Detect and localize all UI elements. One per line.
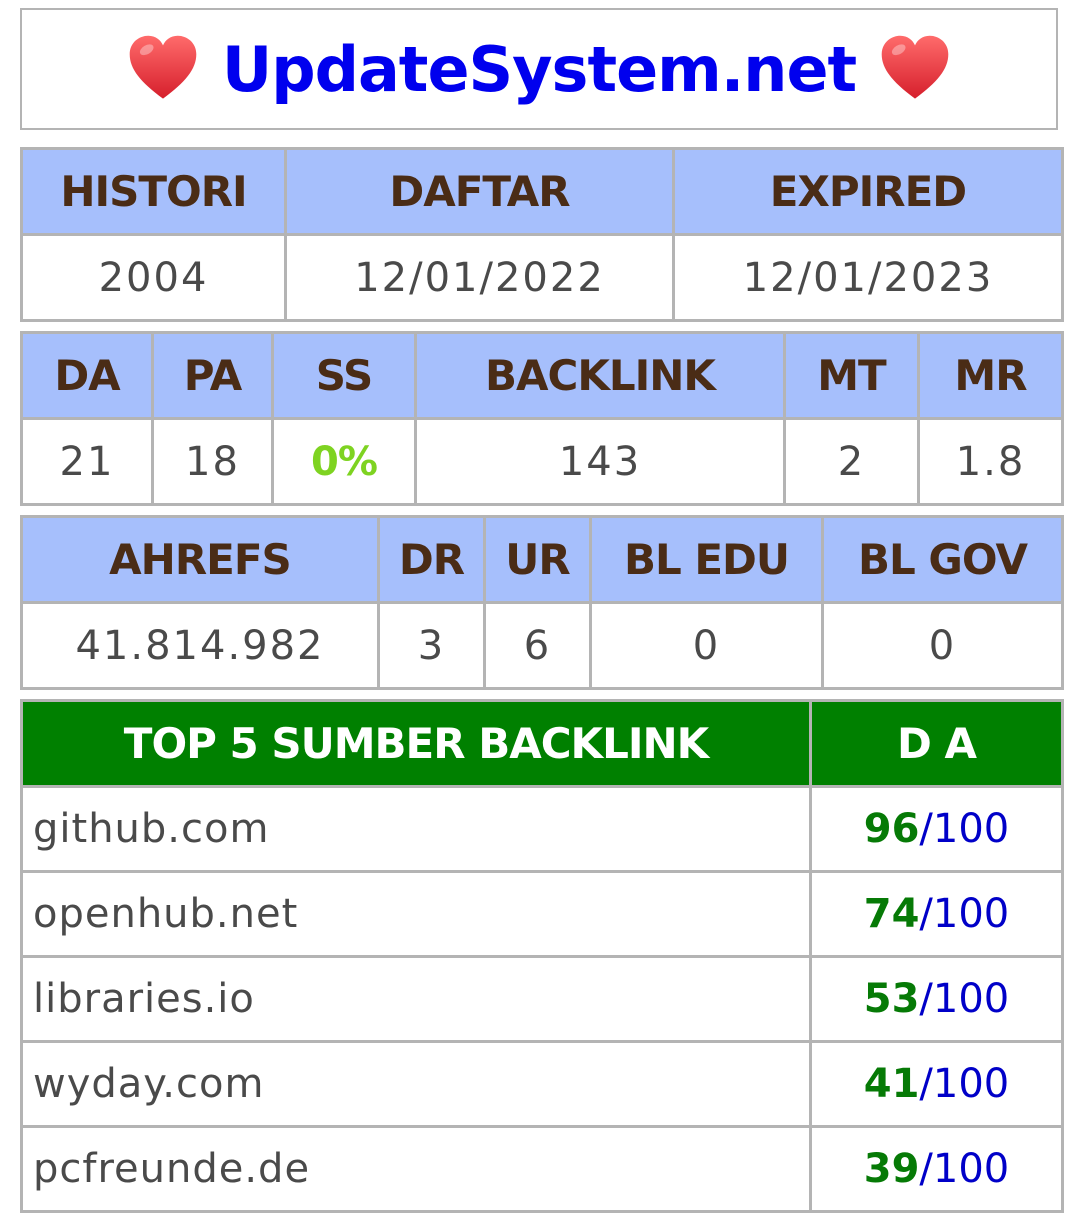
da-score: 74 xyxy=(863,891,920,937)
ur-value: 6 xyxy=(483,601,592,690)
site-title: UpdateSystem.net xyxy=(221,32,857,106)
ss-header: SS xyxy=(271,331,417,420)
domain-metrics-table: DA PA SS BACKLINK MT MR 21 18 0% 143 2 1… xyxy=(20,331,1064,506)
histori-value: 2004 xyxy=(20,233,287,322)
backlink-da: 74/100 xyxy=(809,870,1064,958)
da-max: /100 xyxy=(919,891,1010,937)
ahrefs-value: 41.814.982 xyxy=(20,601,380,690)
da-score: 41 xyxy=(863,1061,920,1107)
bl-edu-header: BL EDU xyxy=(589,515,824,604)
table-row: openhub.net 74/100 xyxy=(20,870,1064,958)
da-max: /100 xyxy=(919,1061,1010,1107)
top-backlinks-table: TOP 5 SUMBER BACKLINK D A github.com 96/… xyxy=(20,699,1064,1213)
da-max: /100 xyxy=(919,976,1010,1022)
backlink-header: BACKLINK xyxy=(414,331,786,420)
backlink-source-header: TOP 5 SUMBER BACKLINK xyxy=(20,699,812,788)
backlink-site: github.com xyxy=(20,785,812,873)
ss-value: 0% xyxy=(271,417,417,506)
backlink-site: openhub.net xyxy=(20,870,812,958)
bl-edu-value: 0 xyxy=(589,601,824,690)
domain-dates-table: HISTORI DAFTAR EXPIRED 2004 12/01/2022 1… xyxy=(20,147,1064,322)
expired-value: 12/01/2023 xyxy=(672,233,1064,322)
mr-value: 1.8 xyxy=(917,417,1064,506)
pa-header: PA xyxy=(151,331,274,420)
expired-header: EXPIRED xyxy=(672,147,1064,236)
heart-icon xyxy=(881,35,949,99)
da-value: 21 xyxy=(20,417,154,506)
ahrefs-metrics-table: AHREFS DR UR BL EDU BL GOV 41.814.982 3 … xyxy=(20,515,1064,690)
daftar-value: 12/01/2022 xyxy=(284,233,675,322)
backlink-da: 96/100 xyxy=(809,785,1064,873)
da-score: 53 xyxy=(863,976,920,1022)
heart-icon xyxy=(129,35,197,99)
da-max: /100 xyxy=(919,1146,1010,1192)
table-row: github.com 96/100 xyxy=(20,785,1064,873)
site-title-box: UpdateSystem.net xyxy=(20,8,1058,130)
mt-header: MT xyxy=(783,331,920,420)
backlink-da: 41/100 xyxy=(809,1040,1064,1128)
backlink-site: wyday.com xyxy=(20,1040,812,1128)
bl-gov-value: 0 xyxy=(821,601,1064,690)
table-row: pcfreunde.de 39/100 xyxy=(20,1125,1064,1213)
backlink-site: pcfreunde.de xyxy=(20,1125,812,1213)
pa-value: 18 xyxy=(151,417,274,506)
da-score: 39 xyxy=(863,1146,920,1192)
daftar-header: DAFTAR xyxy=(284,147,675,236)
backlink-da: 53/100 xyxy=(809,955,1064,1043)
bl-gov-header: BL GOV xyxy=(821,515,1064,604)
da-max: /100 xyxy=(919,806,1010,852)
da-score: 96 xyxy=(863,806,920,852)
backlink-da: 39/100 xyxy=(809,1125,1064,1213)
mt-value: 2 xyxy=(783,417,920,506)
table-row: libraries.io 53/100 xyxy=(20,955,1064,1043)
histori-header: HISTORI xyxy=(20,147,287,236)
ahrefs-header: AHREFS xyxy=(20,515,380,604)
da-score-header: D A xyxy=(809,699,1064,788)
dr-header: DR xyxy=(377,515,486,604)
mr-header: MR xyxy=(917,331,1064,420)
dr-value: 3 xyxy=(377,601,486,690)
ur-header: UR xyxy=(483,515,592,604)
backlink-value: 143 xyxy=(414,417,786,506)
da-header: DA xyxy=(20,331,154,420)
table-row: wyday.com 41/100 xyxy=(20,1040,1064,1128)
backlink-site: libraries.io xyxy=(20,955,812,1043)
